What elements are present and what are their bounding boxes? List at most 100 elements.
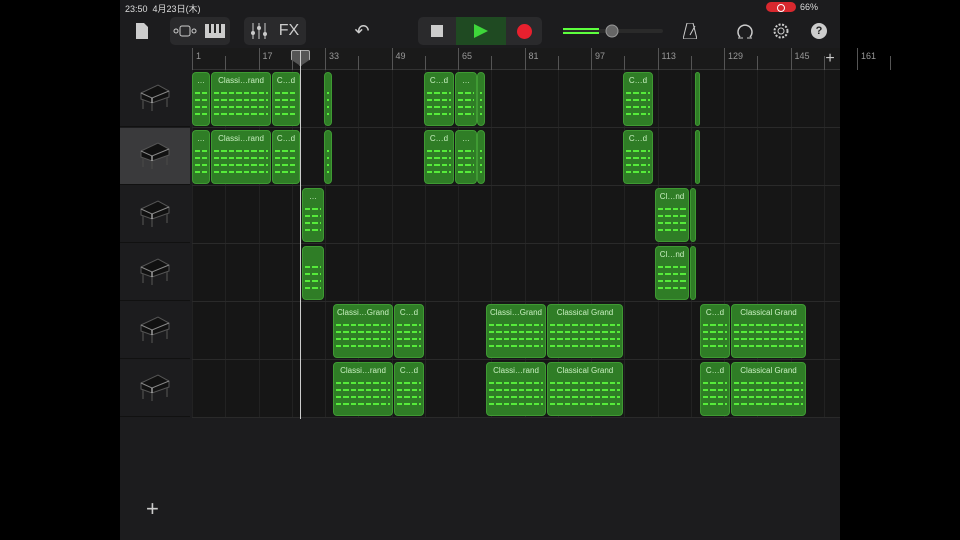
midi-region[interactable]: Cl…nd [655,246,689,300]
volume-slider[interactable] [562,17,664,45]
keyboard-icon[interactable] [200,17,230,45]
add-section-button[interactable]: + [820,50,840,68]
grid-line [757,70,759,127]
play-icon[interactable] [456,17,506,45]
region-label [691,250,695,260]
midi-region[interactable]: C…d [623,72,653,126]
midi-region[interactable] [690,246,696,300]
tracks-view-icon[interactable] [170,17,200,45]
midi-region[interactable] [477,72,485,126]
grid-line [491,128,493,185]
midi-region[interactable]: C…d [700,304,730,358]
add-track-button[interactable]: + [146,496,159,522]
midi-region[interactable]: Classical Grand [547,304,623,358]
midi-region[interactable] [302,246,324,300]
midi-region[interactable]: … [192,130,210,184]
ruler-subtick [358,56,362,70]
midi-region[interactable]: C…d [272,130,300,184]
undo-icon[interactable]: ↶ [350,17,374,45]
midi-notes [275,89,297,119]
midi-region[interactable]: … [455,130,477,184]
midi-region[interactable]: Classi…Grand [486,304,546,358]
midi-region[interactable]: C…d [394,362,424,416]
help-icon[interactable]: ? [808,17,830,45]
midi-region[interactable]: C…d [700,362,730,416]
midi-region[interactable]: Classical Grand [731,362,806,416]
track-lane[interactable]: … Cl…nd [192,186,840,244]
midi-region[interactable] [695,130,700,184]
track-lane[interactable]: Cl…nd [192,244,840,302]
fx-button[interactable]: FX [274,17,304,45]
track-lane[interactable]: … Classi…rand C…d C…d … C…d [192,70,840,128]
midi-region[interactable]: Cl…nd [655,188,689,242]
midi-region[interactable]: Classi…rand [211,72,271,126]
ruler-marker: 81 [524,48,539,70]
record-icon[interactable] [506,17,542,45]
midi-region[interactable]: Classi…rand [486,362,546,416]
grid-line [458,302,459,359]
track-header[interactable] [120,70,190,127]
settings-icon[interactable] [770,17,792,45]
mixer-icon[interactable] [244,17,274,45]
region-label: C…d [276,76,296,85]
midi-region[interactable]: Classical Grand [547,362,623,416]
track-header[interactable] [120,244,190,301]
midi-region[interactable]: … [192,72,210,126]
grid-line [724,244,725,301]
midi-notes [734,321,803,351]
track-lane[interactable]: Classi…rand C…d Classi…rand Classical Grand… [192,360,840,418]
midi-region[interactable]: Classi…Grand [333,304,393,358]
ruler-subtick [491,56,495,70]
midi-region[interactable]: Classi…rand [211,130,271,184]
track-header[interactable] [120,360,190,417]
midi-region[interactable]: C…d [424,72,454,126]
track-header[interactable] [120,128,190,185]
midi-notes [489,321,543,351]
midi-region[interactable]: C…d [424,130,454,184]
midi-region[interactable]: … [455,72,477,126]
midi-region[interactable] [324,72,332,126]
midi-region[interactable] [324,130,332,184]
midi-region[interactable]: C…d [394,304,424,358]
grid-line [325,244,326,301]
status-bar: 23:50 4月23日(木) 66% [120,0,840,14]
midi-region[interactable] [695,72,700,126]
midi-notes [550,321,620,351]
toolbar: FX ↶ ? [120,14,840,48]
grid-line [325,360,326,417]
region-label [478,76,484,86]
grid-line [491,244,493,301]
loop-icon[interactable] [734,17,756,45]
track-lane[interactable]: … Classi…rand C…d C…d … C…d [192,128,840,186]
region-label: C…d [276,134,296,143]
region-label [478,134,484,144]
grid-line [690,360,692,417]
timeline-ruler[interactable]: 1 17 33 49 65 81 97 113 129 145 161 [192,48,891,70]
midi-region[interactable] [477,130,485,184]
grand-piano-icon [138,253,172,292]
grid-line [557,70,559,127]
track-lane[interactable]: Classi…Grand C…d Classi…Grand Classical Gra… [192,302,840,360]
grid-line [524,70,526,127]
grid-line [690,70,692,127]
grid-line [657,70,659,127]
document-icon[interactable] [132,17,152,45]
grid-line [823,128,825,185]
midi-notes [480,147,482,177]
grid-line [724,186,725,243]
grid-line [657,360,659,417]
track-header[interactable] [120,186,190,243]
midi-region[interactable] [690,188,696,242]
midi-region[interactable]: Classi…rand [333,362,393,416]
midi-notes [427,89,451,119]
stop-icon[interactable] [418,17,456,45]
midi-region[interactable]: Classical Grand [731,304,806,358]
midi-region[interactable]: C…d [272,72,300,126]
track-header[interactable] [120,302,190,359]
midi-region[interactable]: C…d [623,130,653,184]
grid-line [823,360,825,417]
midi-region[interactable]: … [302,188,324,242]
grid-line [225,186,227,243]
midi-notes [336,321,390,351]
metronome-icon[interactable] [680,17,700,45]
